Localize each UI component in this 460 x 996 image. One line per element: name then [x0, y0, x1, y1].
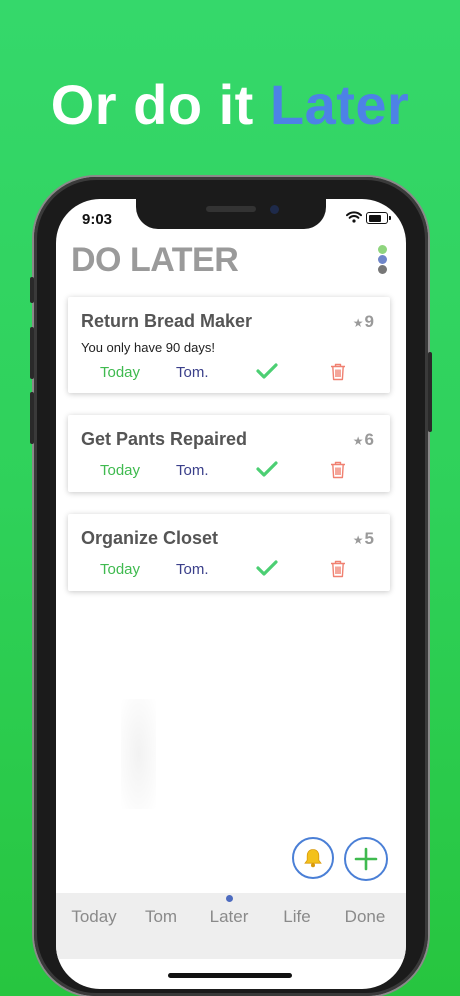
- phone-frame: 9:03 DO LATER Return Bread Maker ★9 You …: [30, 177, 432, 996]
- promo-lead: Or do it: [50, 73, 270, 136]
- check-icon[interactable]: [256, 362, 278, 380]
- trash-icon[interactable]: [330, 461, 346, 479]
- volume-down-button: [30, 392, 34, 444]
- page-title: DO LATER: [71, 241, 239, 279]
- star-icon: ★: [352, 316, 364, 330]
- star-icon: ★: [352, 434, 364, 448]
- promo-headline: Or do it Later: [0, 72, 460, 137]
- tab-today[interactable]: Today: [61, 907, 127, 927]
- task-star-count: 5: [364, 529, 374, 548]
- home-indicator: [168, 973, 292, 978]
- trash-icon[interactable]: [330, 560, 346, 578]
- task-stars: ★6: [353, 430, 374, 450]
- status-time: 9:03: [82, 211, 113, 228]
- star-icon: ★: [352, 533, 364, 547]
- power-button: [428, 352, 432, 432]
- tab-bar: Today Tom Later Life Done: [56, 893, 406, 959]
- task-card[interactable]: Get Pants Repaired ★6 Today Tom.: [68, 415, 390, 492]
- check-icon[interactable]: [256, 559, 278, 577]
- task-card[interactable]: Organize Closet ★5 Today Tom.: [68, 514, 390, 591]
- tab-tom[interactable]: Tom: [128, 907, 194, 927]
- task-title: Organize Closet: [81, 528, 219, 548]
- menu-dots-icon[interactable]: [376, 245, 390, 275]
- mute-switch: [30, 277, 34, 303]
- speaker-grille: [206, 206, 256, 212]
- front-camera: [270, 205, 279, 214]
- battery-icon: [366, 212, 391, 224]
- today-button[interactable]: Today: [100, 462, 140, 479]
- task-stars: ★9: [353, 312, 374, 332]
- task-stars: ★5: [353, 529, 374, 549]
- tab-life[interactable]: Life: [264, 907, 330, 927]
- add-task-button[interactable]: [344, 837, 388, 881]
- reminder-button[interactable]: [292, 837, 334, 879]
- plus-icon: [354, 847, 378, 871]
- screen-smudge: [121, 699, 156, 809]
- tab-later[interactable]: Later: [196, 907, 262, 927]
- active-tab-indicator: [226, 895, 233, 902]
- tomorrow-button[interactable]: Tom.: [176, 561, 209, 578]
- task-card[interactable]: Return Bread Maker ★9 You only have 90 d…: [68, 297, 390, 393]
- tomorrow-button[interactable]: Tom.: [176, 364, 209, 381]
- today-button[interactable]: Today: [100, 364, 140, 381]
- task-note: You only have 90 days!: [81, 340, 215, 355]
- wifi-icon: [346, 211, 362, 223]
- today-button[interactable]: Today: [100, 561, 140, 578]
- volume-up-button: [30, 327, 34, 379]
- task-star-count: 9: [364, 312, 374, 331]
- tomorrow-button[interactable]: Tom.: [176, 462, 209, 479]
- bell-icon: [304, 849, 322, 868]
- check-icon[interactable]: [256, 460, 278, 478]
- screen: 9:03 DO LATER Return Bread Maker ★9 You …: [56, 199, 406, 989]
- tab-done[interactable]: Done: [332, 907, 398, 927]
- promo-accent: Later: [269, 73, 410, 136]
- notch: [136, 199, 326, 229]
- task-title: Get Pants Repaired: [81, 429, 248, 449]
- trash-icon[interactable]: [330, 363, 346, 381]
- task-star-count: 6: [364, 430, 374, 449]
- task-title: Return Bread Maker: [81, 311, 253, 331]
